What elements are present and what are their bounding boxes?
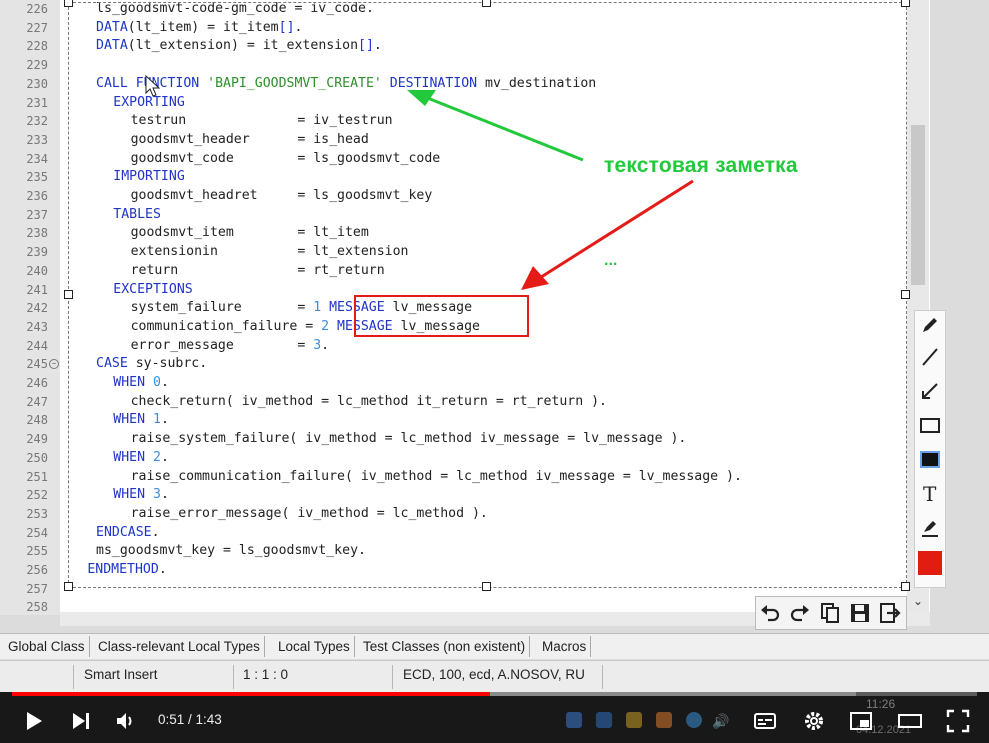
drawing-toolbar: T (914, 310, 946, 588)
chevron-down-icon[interactable]: ⌄ (913, 594, 923, 608)
theater-mode-icon[interactable] (897, 708, 923, 734)
status-bar: Smart Insert 1 : 1 : 0 ECD, 100, ecd, A.… (0, 660, 989, 692)
status-cursor-position: 1 : 1 : 0 (243, 667, 289, 682)
sap-editor-window: 226 ls_goodsmvt-code-gm_code = iv_code. 22… (0, 0, 989, 692)
pencil-icon[interactable] (918, 313, 942, 337)
rectangle-icon[interactable] (918, 413, 942, 437)
tab-test-classes[interactable]: Test Classes (non existent) (359, 636, 531, 657)
fullscreen-icon[interactable] (945, 708, 971, 734)
svg-text:T: T (923, 482, 937, 505)
status-system-info: ECD, 100, ecd, A.NOSOV, RU (403, 667, 585, 682)
svg-text:🔊: 🔊 (712, 712, 729, 730)
status-separator (73, 665, 74, 689)
mouse-cursor-icon (145, 74, 161, 97)
export-icon[interactable] (878, 601, 902, 625)
next-icon[interactable] (68, 708, 94, 734)
time-display: 0:51 / 1:43 (158, 712, 222, 727)
progress-played[interactable] (12, 692, 490, 696)
action-bar (755, 596, 907, 630)
video-controls (0, 692, 989, 743)
miniplayer-icon[interactable] (848, 708, 874, 734)
settings-gear-icon[interactable] (801, 708, 827, 734)
tab-global-class[interactable]: Global Class (4, 636, 90, 657)
text-icon[interactable]: T (918, 481, 942, 505)
save-icon[interactable] (848, 601, 872, 625)
arrow-icon[interactable] (918, 379, 942, 403)
volume-icon[interactable] (112, 708, 138, 734)
editor-tabs: Global Class Class-relevant Local Types … (0, 633, 989, 659)
play-icon[interactable] (20, 708, 46, 734)
green-arrow[interactable] (407, 90, 584, 162)
marker-icon[interactable] (918, 515, 942, 539)
tab-macros[interactable]: Macros (538, 636, 592, 657)
tab-class-relevant-local-types[interactable]: Class-relevant Local Types (94, 636, 265, 657)
color-swatch[interactable] (918, 551, 942, 575)
tab-local-types[interactable]: Local Types (274, 636, 355, 657)
filled-rectangle-icon[interactable] (918, 447, 942, 471)
status-insert-mode: Smart Insert (84, 667, 158, 682)
subtitles-icon[interactable] (752, 708, 778, 734)
line-icon[interactable] (918, 345, 942, 369)
red-arrow[interactable] (521, 179, 694, 290)
copy-icon[interactable] (818, 601, 842, 625)
annotation-arrows (145, 74, 694, 290)
status-separator (392, 665, 393, 689)
redo-icon[interactable] (788, 601, 812, 625)
undo-icon[interactable] (758, 601, 782, 625)
status-separator (233, 665, 234, 689)
status-separator (602, 665, 603, 689)
